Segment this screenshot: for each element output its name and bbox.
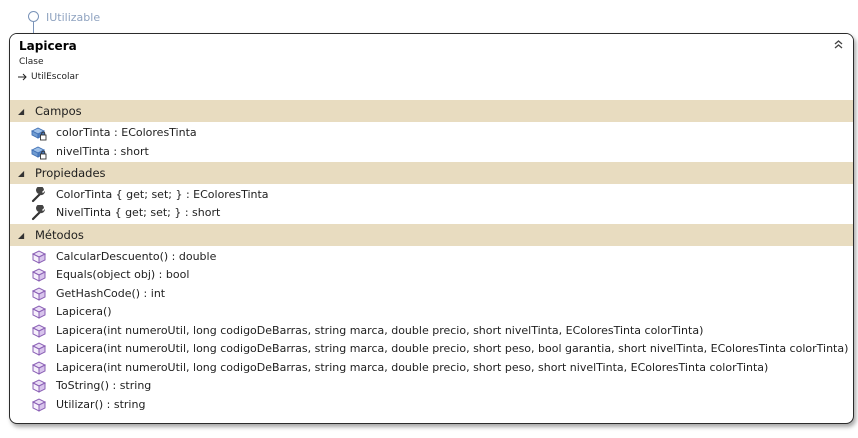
method-item[interactable]: GetHashCode() : int (10, 285, 853, 303)
private-field-icon (31, 146, 47, 160)
method-item[interactable]: CalcularDescuento() : double (10, 248, 853, 266)
collapse-triangle-icon: ◢ (18, 106, 25, 116)
class-name: Lapicera (19, 39, 77, 53)
collapse-button[interactable] (831, 39, 845, 53)
private-field-icon (31, 127, 47, 141)
collapse-triangle-icon: ◢ (18, 230, 25, 240)
method-item[interactable]: Utilizar() : string (10, 396, 853, 414)
method-cube-icon (31, 342, 47, 356)
collapse-triangle-icon: ◢ (18, 168, 25, 178)
section-title: Propiedades (35, 166, 106, 180)
method-item[interactable]: Lapicera() (10, 303, 853, 321)
chevron-double-up-icon (834, 40, 842, 49)
wrench-icon (31, 187, 46, 203)
interface-name: IUtilizable (46, 11, 101, 24)
method-cube-icon (31, 268, 47, 282)
interface-circle-icon (28, 11, 39, 22)
method-cube-icon (31, 361, 47, 375)
base-class: UtilEscolar (18, 72, 79, 82)
class-kind: Clase (19, 57, 44, 67)
class-shape[interactable]: Lapicera Clase UtilEscolar ◢ Campos colo… (9, 33, 854, 424)
inheritance-arrow-icon (18, 73, 27, 81)
method-label: GetHashCode() : int (56, 287, 166, 300)
section-header-propiedades[interactable]: ◢ Propiedades (10, 162, 853, 184)
method-label: Lapicera(int numeroUtil, long codigoDeBa… (56, 342, 849, 355)
method-item[interactable]: Lapicera(int numeroUtil, long codigoDeBa… (10, 359, 853, 377)
property-label: NivelTinta { get; set; } : short (56, 206, 221, 219)
property-item[interactable]: NivelTinta { get; set; } : short (10, 204, 853, 222)
method-label: Lapicera(int numeroUtil, long codigoDeBa… (56, 324, 704, 337)
method-cube-icon (31, 287, 47, 301)
section-title: Campos (35, 104, 82, 118)
field-label: colorTinta : EColoresTinta (56, 126, 197, 139)
method-label: CalcularDescuento() : double (56, 250, 217, 263)
method-item[interactable]: Lapicera(int numeroUtil, long codigoDeBa… (10, 322, 853, 340)
method-cube-icon (31, 379, 47, 393)
method-cube-icon (31, 398, 47, 412)
method-cube-icon (31, 250, 47, 264)
method-cube-icon (31, 324, 47, 338)
section-header-campos[interactable]: ◢ Campos (10, 100, 853, 122)
method-label: ToString() : string (56, 379, 152, 392)
property-label: ColorTinta { get; set; } : EColoresTinta (56, 188, 269, 201)
method-label: Lapicera(int numeroUtil, long codigoDeBa… (56, 361, 769, 374)
method-item[interactable]: Lapicera(int numeroUtil, long codigoDeBa… (10, 340, 853, 358)
method-label: Equals(object obj) : bool (56, 268, 190, 281)
section-header-metodos[interactable]: ◢ Métodos (10, 224, 853, 246)
class-header: Lapicera Clase UtilEscolar (10, 34, 853, 98)
field-item[interactable]: colorTinta : EColoresTinta (10, 124, 853, 142)
wrench-icon (31, 205, 46, 221)
method-item[interactable]: Equals(object obj) : bool (10, 266, 853, 284)
property-item[interactable]: ColorTinta { get; set; } : EColoresTinta (10, 186, 853, 204)
method-label: Lapicera() (56, 305, 112, 318)
field-label: nivelTinta : short (56, 145, 149, 158)
method-label: Utilizar() : string (56, 398, 146, 411)
method-cube-icon (31, 305, 47, 319)
section-title: Métodos (35, 228, 84, 242)
base-class-name: UtilEscolar (31, 72, 79, 82)
field-item[interactable]: nivelTinta : short (10, 143, 853, 161)
method-item[interactable]: ToString() : string (10, 377, 853, 395)
